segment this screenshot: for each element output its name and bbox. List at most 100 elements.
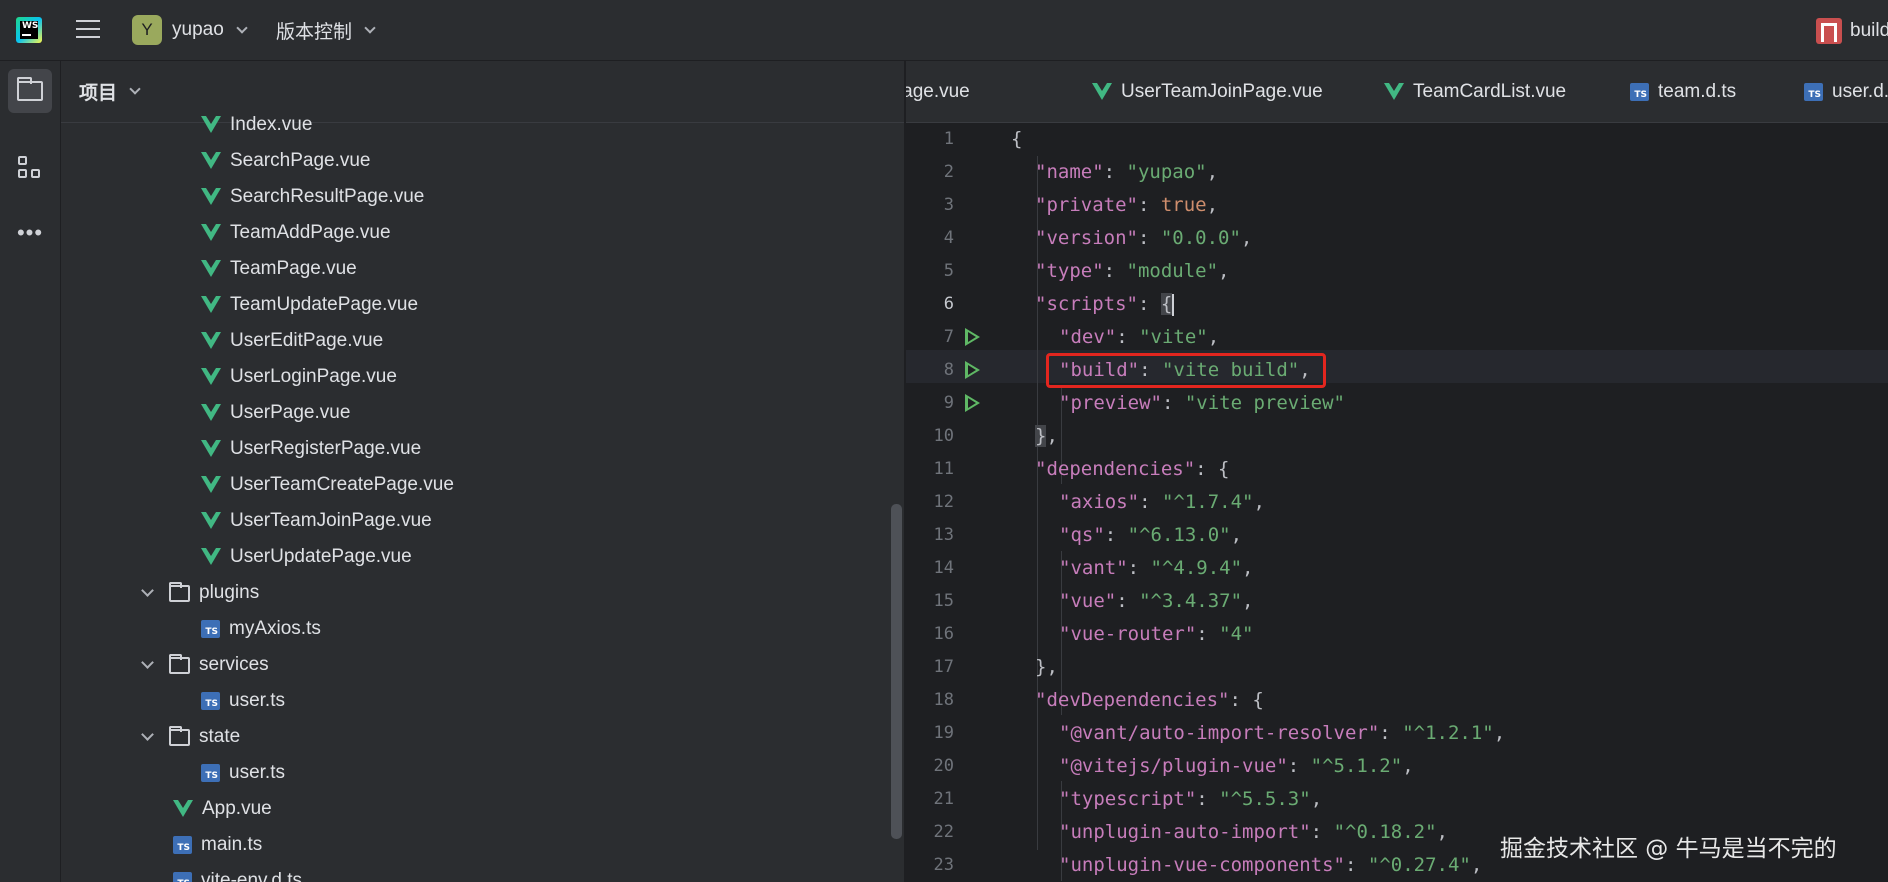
project-tool-window: 项目 Index.vue SearchPage.vue SearchResultPa… — [61, 61, 905, 882]
tab-label: TeamPage.vue — [906, 81, 970, 102]
vue-file-icon — [173, 800, 193, 818]
chevron-down-icon[interactable] — [141, 584, 154, 597]
tree-item-label: state — [199, 726, 241, 747]
line-number: 1 — [943, 129, 954, 149]
editor-tab[interactable]: TeamPage.vue — [906, 61, 970, 122]
tree-file[interactable]: TeamUpdatePage.vue — [61, 287, 891, 323]
tree-file[interactable]: TeamPage.vue — [61, 251, 891, 287]
tree-file[interactable]: App.vue — [61, 791, 891, 827]
tree-item-label: SearchPage.vue — [230, 150, 371, 171]
tree-folder[interactable]: plugins — [61, 575, 891, 611]
tree-file[interactable]: TS user.ts — [61, 755, 891, 791]
code-line: "private": true, — [1035, 194, 1219, 216]
tree-file[interactable]: UserTeamCreatePage.vue — [61, 467, 891, 503]
structure-tool-button[interactable] — [8, 146, 52, 190]
main-toolbar: WS Y yupao 版本控制 build — [0, 0, 1888, 61]
main-menu-icon[interactable] — [76, 20, 100, 40]
webstorm-logo-icon[interactable]: WS — [16, 17, 42, 43]
line-number: 7 — [943, 327, 954, 347]
typescript-file-icon: TS — [1804, 83, 1823, 101]
tree-file[interactable]: UserRegisterPage.vue — [61, 431, 891, 467]
line-number: 21 — [933, 789, 954, 809]
folder-icon — [17, 77, 43, 101]
code-line: "unplugin-auto-import": "^0.18.2", — [1059, 821, 1448, 843]
tree-file[interactable]: UserTeamJoinPage.vue — [61, 503, 891, 539]
run-script-icon[interactable] — [965, 361, 980, 379]
code-line: "devDependencies": { — [1035, 689, 1264, 711]
line-number: 6 — [943, 294, 954, 314]
tree-folder[interactable]: state — [61, 719, 891, 755]
tree-item-label: TeamUpdatePage.vue — [230, 294, 419, 315]
line-number: 17 — [933, 657, 954, 677]
vue-file-icon — [201, 368, 221, 386]
editor-tab[interactable]: TS team.d.ts — [1630, 61, 1737, 122]
tree-file[interactable]: SearchPage.vue — [61, 143, 891, 179]
tab-label: TeamCardList.vue — [1413, 81, 1567, 102]
typescript-file-icon: TS — [201, 764, 220, 782]
vcs-widget[interactable]: 版本控制 — [276, 15, 376, 45]
code-line: "preview": "vite preview" — [1059, 392, 1345, 414]
code-line: "vue": "^3.4.37", — [1059, 590, 1254, 612]
run-configuration-selector[interactable]: build — [1816, 17, 1888, 45]
vue-file-icon — [1384, 83, 1404, 101]
more-tools-button[interactable]: ••• — [8, 211, 52, 255]
run-configuration-label: build — [1850, 20, 1888, 41]
tree-item-label: SearchResultPage.vue — [230, 186, 425, 207]
tree-file[interactable]: TS user.ts — [61, 683, 891, 719]
code-line: "@vant/auto-import-resolver": "^1.2.1", — [1059, 722, 1506, 744]
tree-item-label: Index.vue — [230, 114, 313, 135]
folder-icon — [169, 653, 190, 674]
line-number: 22 — [933, 822, 954, 842]
current-line-highlight — [906, 350, 1888, 383]
line-number: 18 — [933, 690, 954, 710]
code-line: }, — [1035, 425, 1058, 447]
editor-tab[interactable]: UserTeamJoinPage.vue — [1092, 61, 1323, 122]
tree-file[interactable]: UserLoginPage.vue — [61, 359, 891, 395]
code-line: "name": "yupao", — [1035, 161, 1219, 183]
watermark: 掘金技术社区 @ 牛马是当不完的 — [1500, 836, 1837, 862]
tree-item-label: plugins — [199, 582, 260, 603]
tree-file[interactable]: UserUpdatePage.vue — [61, 539, 891, 575]
line-number: 15 — [933, 591, 954, 611]
tree-item-label: services — [199, 654, 269, 675]
tree-item-label: vite-env.d.ts — [201, 870, 303, 882]
editor-tab[interactable]: TS user.d.ts — [1804, 61, 1888, 122]
tree-file[interactable]: UserEditPage.vue — [61, 323, 891, 359]
chevron-down-icon[interactable] — [141, 728, 154, 741]
code-line: "typescript": "^5.5.3", — [1059, 788, 1323, 810]
vue-file-icon — [201, 296, 221, 314]
editor-area: TeamPage.vue UserTeamJoinPage.vue TeamCard… — [906, 61, 1888, 882]
tree-file[interactable]: UserPage.vue — [61, 395, 891, 431]
tree-folder[interactable]: services — [61, 647, 891, 683]
vue-file-icon — [201, 260, 221, 278]
tree-scrollbar[interactable] — [891, 504, 902, 839]
tab-label: team.d.ts — [1658, 81, 1737, 102]
line-number: 14 — [933, 558, 954, 578]
tree-file[interactable]: TS vite-env.d.ts — [61, 863, 891, 882]
line-number: 10 — [933, 426, 954, 446]
vue-file-icon — [201, 512, 221, 530]
chevron-down-icon[interactable] — [141, 656, 154, 669]
tree-item-label: UserTeamJoinPage.vue — [230, 510, 432, 531]
project-tool-button[interactable] — [8, 69, 52, 113]
editor-tab[interactable]: TeamCardList.vue — [1384, 61, 1567, 122]
typescript-file-icon: TS — [173, 836, 192, 854]
tree-file[interactable]: TeamAddPage.vue — [61, 215, 891, 251]
vue-file-icon — [201, 224, 221, 242]
editor-gutter: 1 2 3 4 5 6 7 8 9 10 11 12 13 14 15 16 17 18 19 20 21 22 23 — [906, 123, 1006, 882]
tree-file[interactable]: TS myAxios.ts — [61, 611, 891, 647]
run-script-icon[interactable] — [965, 394, 980, 412]
line-number: 2 — [943, 162, 954, 182]
code-line: "type": "module", — [1035, 260, 1230, 282]
tree-file[interactable]: Index.vue — [61, 107, 891, 143]
tree-file[interactable]: TS main.ts — [61, 827, 891, 863]
tree-item-label: UserTeamCreatePage.vue — [230, 474, 454, 495]
line-number: 20 — [933, 756, 954, 776]
tree-item-label: user.ts — [229, 690, 285, 711]
vue-file-icon — [1092, 83, 1112, 101]
run-script-icon[interactable] — [965, 328, 980, 346]
project-switcher[interactable]: Y yupao — [132, 15, 248, 45]
tree-item-label: UserEditPage.vue — [230, 330, 384, 351]
tree-file[interactable]: SearchResultPage.vue — [61, 179, 891, 215]
typescript-file-icon: TS — [173, 872, 192, 882]
